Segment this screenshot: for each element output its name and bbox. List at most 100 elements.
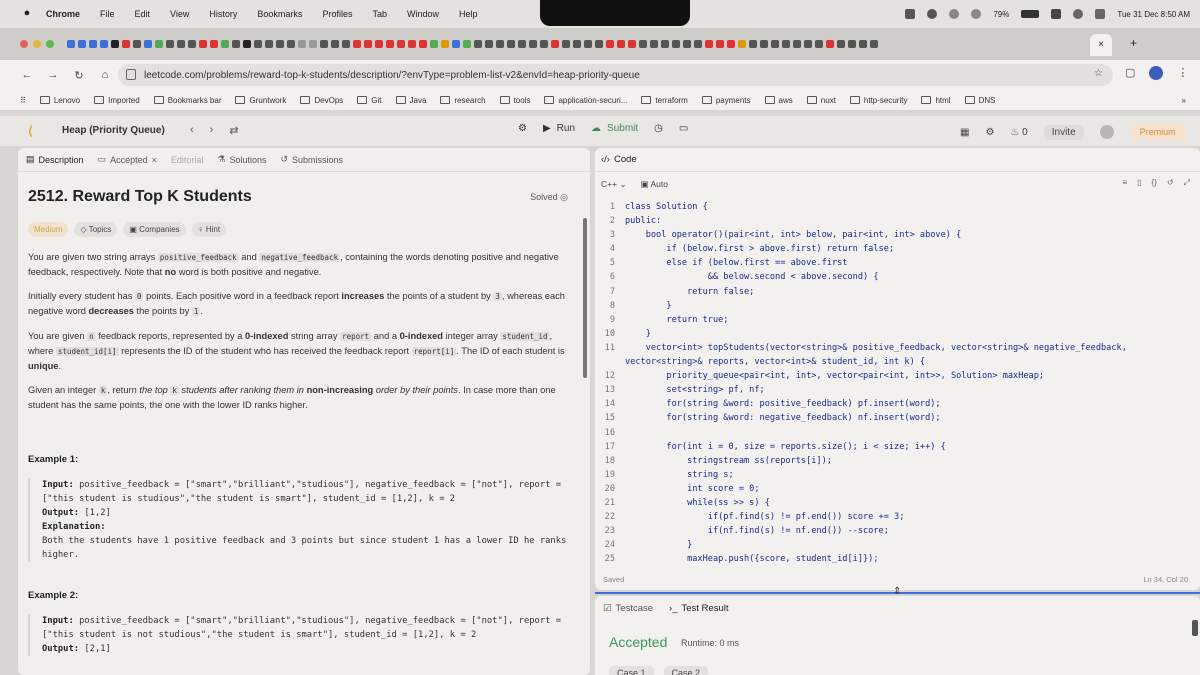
bookmark-item[interactable]: http-security	[849, 96, 907, 105]
tab-favicon-icon[interactable]	[265, 40, 273, 48]
tab-favicon-icon[interactable]	[386, 40, 394, 48]
tab-favicon-icon[interactable]	[243, 40, 251, 48]
menu-tab[interactable]: Tab	[372, 9, 387, 19]
language-select[interactable]: C++ ⌄	[601, 179, 627, 190]
menu-file[interactable]: File	[100, 9, 115, 19]
menu-view[interactable]: View	[170, 9, 189, 19]
tab-favicon-icon[interactable]	[562, 40, 570, 48]
submit-button[interactable]: ☁ Submit	[591, 123, 638, 134]
tab-solutions[interactable]: ⚗ Solutions	[217, 154, 266, 165]
tab-favicon-icon[interactable]	[749, 40, 757, 48]
tab-favicon-icon[interactable]	[144, 40, 152, 48]
tab-favicon-icon[interactable]	[430, 40, 438, 48]
tab-favicon-icon[interactable]	[870, 40, 878, 48]
tab-favicon-icon[interactable]	[507, 40, 515, 48]
tab-favicon-icon[interactable]	[397, 40, 405, 48]
tab-favicon-icon[interactable]	[650, 40, 658, 48]
tab-favicon-icon[interactable]	[826, 40, 834, 48]
tab-favicon-icon[interactable]	[221, 40, 229, 48]
bookmark-item[interactable]: payments	[701, 96, 751, 105]
format-icon[interactable]: ≡	[1122, 178, 1127, 188]
record-icon[interactable]	[927, 9, 938, 19]
search-icon[interactable]	[1073, 9, 1084, 19]
tab-favicon-icon[interactable]	[727, 40, 735, 48]
tab-favicon-icon[interactable]	[463, 40, 471, 48]
tab-favicon-icon[interactable]	[518, 40, 526, 48]
close-icon[interactable]: ×	[152, 155, 157, 165]
back-icon[interactable]: ←	[16, 69, 38, 81]
reload-icon[interactable]: ↻	[68, 69, 90, 82]
user-avatar[interactable]	[1099, 125, 1114, 139]
tab-favicon-icon[interactable]	[342, 40, 350, 48]
new-tab-button[interactable]: +	[1130, 36, 1137, 50]
bookmark-item[interactable]: Lenovo	[39, 96, 80, 105]
menu-bookmarks[interactable]: Bookmarks	[257, 9, 302, 19]
tab-favicon-icon[interactable]	[364, 40, 372, 48]
zoom-window-icon[interactable]	[46, 40, 54, 48]
apps-icon[interactable]: ⠿	[20, 96, 26, 105]
tab-editorial[interactable]: Editorial	[171, 155, 204, 165]
app-status-icon[interactable]	[905, 9, 916, 19]
menu-history[interactable]: History	[209, 9, 237, 19]
tab-favicon-icon[interactable]	[331, 40, 339, 48]
tab-favicon-icon[interactable]	[815, 40, 823, 48]
case-2-tab[interactable]: Case 2	[663, 666, 709, 675]
tab-favicon-icon[interactable]	[155, 40, 163, 48]
tab-favicon-icon[interactable]	[188, 40, 196, 48]
tab-favicon-icon[interactable]	[111, 40, 119, 48]
hint-chip[interactable]: ♀ Hint	[191, 222, 227, 237]
close-window-icon[interactable]	[20, 40, 28, 48]
tab-favicon-icon[interactable]	[474, 40, 482, 48]
tab-favicon-icon[interactable]	[573, 40, 581, 48]
tab-favicon-icon[interactable]	[89, 40, 97, 48]
tab-favicon-icon[interactable]	[485, 40, 493, 48]
minimize-window-icon[interactable]	[33, 40, 41, 48]
bookmark-item[interactable]: Imported	[94, 96, 140, 105]
tab-favicon-icon[interactable]	[496, 40, 504, 48]
premium-button[interactable]: Premium	[1129, 124, 1186, 140]
extensions-icon[interactable]: ▢	[1125, 66, 1135, 80]
tab-favicon-icon[interactable]	[848, 40, 856, 48]
debug-icon[interactable]: ⚙	[518, 123, 527, 134]
bookmark-item[interactable]: nuxt	[806, 96, 836, 105]
tab-favicon-icon[interactable]	[694, 40, 702, 48]
play-icon[interactable]	[949, 9, 960, 19]
tab-favicon-icon[interactable]	[584, 40, 592, 48]
tab-favicon-icon[interactable]	[452, 40, 460, 48]
tab-favicon-icon[interactable]	[551, 40, 559, 48]
tab-favicon-icon[interactable]	[606, 40, 614, 48]
tab-favicon-icon[interactable]	[254, 40, 262, 48]
bookmark-item[interactable]: tools	[499, 96, 530, 105]
address-bar[interactable]: leetcode.com/problems/reward-top-k-stude…	[118, 64, 1113, 86]
tab-favicon-icon[interactable]	[859, 40, 867, 48]
tab-favicon-icon[interactable]	[705, 40, 713, 48]
tab-favicon-icon[interactable]	[122, 40, 130, 48]
tab-favicon-icon[interactable]	[133, 40, 141, 48]
apple-icon[interactable]: ●	[20, 7, 34, 21]
bookmark-item[interactable]: research	[440, 96, 486, 105]
tab-favicon-icon[interactable]	[595, 40, 603, 48]
tab-favicon-icon[interactable]	[408, 40, 416, 48]
tab-favicon-icon[interactable]	[529, 40, 537, 48]
tab-submissions[interactable]: ↺ Submissions	[280, 154, 343, 165]
tab-test-result[interactable]: ›_ Test Result	[669, 603, 728, 614]
tab-favicon-icon[interactable]	[419, 40, 427, 48]
result-scrollbar[interactable]	[1192, 620, 1198, 636]
menu-window[interactable]: Window	[407, 9, 439, 19]
tab-favicon-icon[interactable]	[67, 40, 75, 48]
companies-chip[interactable]: ▣ Companies	[123, 222, 186, 237]
tab-testcase[interactable]: ☑ Testcase	[603, 603, 653, 614]
timer-icon[interactable]: ◷	[654, 123, 663, 134]
active-tab[interactable]: ×	[1090, 34, 1112, 56]
topics-chip[interactable]: ◇ Topics	[74, 222, 118, 237]
battery-icon[interactable]	[1021, 10, 1040, 18]
bookmark-item[interactable]: terraform	[641, 96, 688, 105]
braces-icon[interactable]: {}	[1152, 178, 1157, 188]
shuffle-icon[interactable]: ⇄	[229, 124, 238, 137]
bookmark-item[interactable]: html	[921, 96, 951, 105]
tab-favicon-icon[interactable]	[771, 40, 779, 48]
prev-problem-icon[interactable]: ‹	[190, 124, 194, 137]
site-info-icon[interactable]	[126, 69, 136, 80]
bookmark-item[interactable]: aws	[764, 96, 793, 105]
tab-favicon-icon[interactable]	[793, 40, 801, 48]
